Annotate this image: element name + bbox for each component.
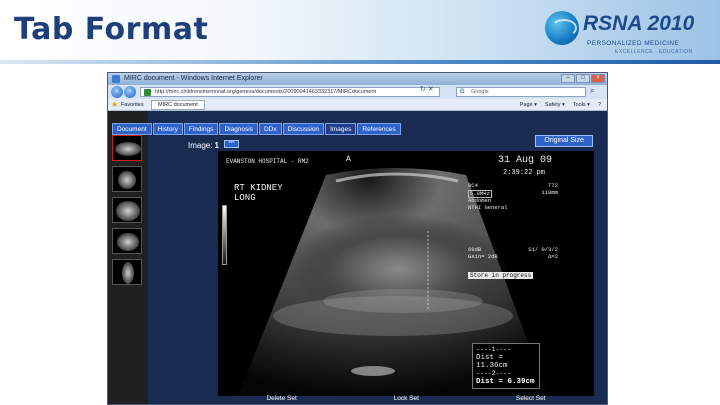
image-number: 1 [214, 141, 219, 150]
browser-window: MIRC document - Windows Internet Explore… [107, 72, 608, 405]
menu-page[interactable]: Page ▾ [520, 99, 537, 111]
menu-tools[interactable]: Tools ▾ [573, 99, 590, 111]
hospital-label: EVANSTON HOSPITAL - RM2 [226, 158, 309, 165]
favorites-label[interactable]: Favorites [121, 99, 144, 111]
gain-parameters: 68dB S1/ 0/3/2 Gain= 2dB Δ=2 [468, 246, 558, 260]
param-row: NTHI General [468, 203, 508, 211]
tab-references[interactable]: References [357, 123, 401, 135]
image-set-controls: Delete Set Lock Set Select Set [218, 395, 594, 402]
store-status: Store in progress [468, 272, 534, 279]
image-annotation: RT KIDNEY LONG [234, 183, 283, 203]
lock-set-button[interactable]: Lock Set [394, 395, 419, 402]
scan-parameters: 8C4 T72 5.0MHz 110mm Abdomen NTHI General [468, 182, 558, 211]
back-arrow-icon[interactable]: ‹ [111, 86, 123, 98]
measurement-2-value: Dist = 6.39cm [476, 378, 535, 386]
original-size-button[interactable]: Original Size [535, 135, 593, 147]
header-rule [0, 60, 720, 64]
address-row: ‹ › http://mirc.childrensmemorial.org/ge… [108, 85, 607, 99]
image-label: Image: 1 [188, 141, 219, 150]
thumbnail-list [112, 135, 144, 290]
thumbnail-5[interactable] [112, 259, 142, 285]
rsna-tagline: EXCELLENCE · EDUCATION [615, 49, 693, 55]
favorites-bar: ★ Favorites MIRC document Page ▾ Safety … [108, 99, 607, 111]
measurement-2-header: ----2---- [476, 370, 512, 377]
rsna-subtitle: PERSONALIZED MEDICINE [587, 40, 680, 47]
forward-arrow-icon[interactable]: › [124, 86, 136, 98]
search-icon[interactable]: ⌕ [590, 86, 594, 96]
document-tabs: Document History Findings Diagnosis DDx … [112, 123, 401, 135]
ie-icon [112, 75, 120, 83]
slide-header: Tab Format RSNA 2010 PERSONALIZED MEDICI… [0, 0, 720, 62]
tab-ddx[interactable]: DDx [258, 123, 282, 135]
thumbnail-3[interactable] [112, 197, 142, 223]
globe-icon [545, 11, 579, 45]
refresh-stop-icons[interactable]: ↻ ✕ [420, 85, 434, 95]
rsna-logo: RSNA 2010 PERSONALIZED MEDICINE EXCELLEN… [545, 9, 715, 57]
star-icon[interactable]: ★ [111, 99, 118, 111]
tab-history[interactable]: History [152, 123, 183, 135]
grayscale-bar [222, 205, 227, 265]
maximize-button[interactable]: □ [576, 74, 590, 83]
thumbnail-4[interactable] [112, 228, 142, 254]
tab-document[interactable]: Document [112, 123, 152, 135]
measurement-1-value: Dist = 11.36cm [476, 354, 508, 370]
param-row: Gain= 2dB Δ=2 [468, 252, 558, 260]
tab-discussion[interactable]: Discussion [282, 123, 325, 135]
slide-title: Tab Format [14, 12, 209, 47]
browser-tab[interactable]: MIRC document [151, 100, 205, 110]
menu-safety[interactable]: Safety ▾ [545, 99, 565, 111]
rsna-brand: RSNA 2010 [583, 12, 695, 35]
window-titlebar: MIRC document - Windows Internet Explore… [108, 73, 607, 85]
address-bar[interactable]: http://mirc.childrensmemorial.org/geneva… [140, 87, 440, 97]
tab-images[interactable]: Images [325, 123, 357, 135]
measurement-1-header: ----1---- [476, 346, 512, 353]
exam-date: 31 Aug 09 [498, 155, 553, 166]
web-page: Document History Findings Diagnosis DDx … [108, 111, 607, 404]
tab-findings[interactable]: Findings [183, 123, 219, 135]
window-controls: – □ × [561, 74, 605, 83]
ultrasound-image[interactable]: EVANSTON HOSPITAL - RM2 A 31 Aug 09 2:39… [218, 151, 594, 396]
toolbar-menus: Page ▾ Safety ▾ Tools ▾ ? [520, 99, 601, 111]
close-button[interactable]: × [591, 74, 605, 83]
select-set-button[interactable]: Select Set [516, 395, 546, 402]
thumbnail-2[interactable] [112, 166, 142, 192]
search-input[interactable]: Google [456, 87, 586, 97]
delete-set-button[interactable]: Delete Set [266, 395, 296, 402]
tab-diagnosis[interactable]: Diagnosis [219, 123, 258, 135]
measurement-box: ----1---- Dist = 11.36cm ----2---- Dist … [472, 343, 540, 389]
thumbnail-1[interactable] [112, 135, 142, 161]
probe-marker: A [346, 155, 351, 164]
window-title: MIRC document - Windows Internet Explore… [124, 75, 263, 82]
exam-time: 2:39:22 pm [503, 169, 546, 177]
minimize-button[interactable]: – [561, 74, 575, 83]
menu-help[interactable]: ? [598, 99, 601, 111]
image-tag-button[interactable]: *** [224, 140, 239, 148]
